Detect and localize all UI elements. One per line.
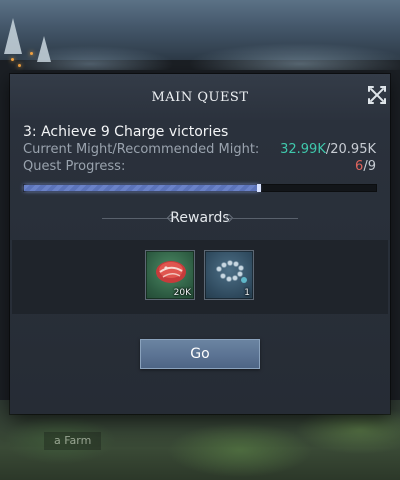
ember (18, 64, 21, 67)
meat-icon (156, 261, 186, 283)
rewards-heading: Rewards (170, 210, 230, 226)
go-button-label: Go (190, 346, 210, 362)
reward-count: 20K (173, 288, 191, 298)
quest-progress-fill (24, 185, 259, 191)
ember (30, 52, 33, 55)
go-button[interactable]: Go (140, 339, 260, 369)
dialog-title: MAIN QUEST (151, 90, 249, 105)
reward-count: 1 (244, 288, 250, 298)
ember (11, 58, 14, 61)
progress-value: 6/9 (355, 159, 376, 174)
quest-progress-tip (257, 184, 261, 192)
reward-item-beads[interactable]: 1 (204, 250, 254, 300)
pine-tree-icon (37, 36, 51, 62)
quest-progress-bar (23, 184, 377, 192)
progress-total: 9 (367, 159, 376, 174)
might-label: Current Might/Recommended Might: (23, 142, 260, 157)
main-quest-dialog: MAIN QUEST 3: Achieve 9 Charge victories… (10, 74, 390, 414)
close-button[interactable] (364, 82, 390, 108)
heading-ornament-right (228, 218, 298, 219)
map-farm-label[interactable]: a Farm (44, 432, 102, 450)
snowy-hills (0, 30, 400, 70)
progress-label: Quest Progress: (23, 159, 126, 174)
rewards-panel (12, 240, 388, 314)
bead-chain-icon (216, 260, 247, 283)
might-value: 32.99K/20.95K (280, 142, 376, 157)
recommended-might: 20.95K (330, 142, 376, 157)
close-icon (368, 86, 386, 104)
current-might: 32.99K (280, 142, 326, 157)
pine-tree-icon (4, 18, 22, 54)
reward-item-meat[interactable]: 20K (145, 250, 195, 300)
quest-objective: 3: Achieve 9 Charge victories (23, 124, 229, 140)
